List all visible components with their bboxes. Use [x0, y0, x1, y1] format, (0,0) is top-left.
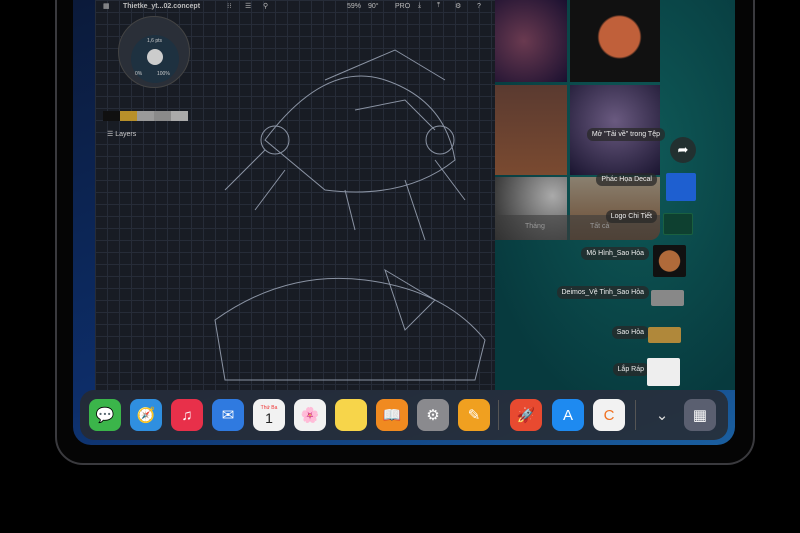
help-icon[interactable]: ?: [477, 3, 481, 10]
brush-size: 1,6 pts: [147, 38, 163, 44]
tool-wheel[interactable]: 1,6 pts 0% 100%: [118, 16, 190, 88]
app-library-icon[interactable]: ▦: [684, 399, 716, 431]
menu-item-logo[interactable]: Logo Chi Tiết: [605, 210, 657, 223]
photo-nebula[interactable]: [495, 0, 567, 82]
thumb-assembly: [647, 358, 680, 386]
dock-divider: [498, 400, 499, 430]
gear-icon[interactable]: ⚙: [455, 2, 461, 10]
dock: 💬 🧭 ♫ ✉ Thứ Ba 1 🌸 📖 ⚙ ✎ 🚀 A C ⌄ ▦: [80, 390, 728, 440]
mail-icon[interactable]: ✉: [212, 399, 244, 431]
thumb-logo: [663, 213, 693, 235]
opacity-min: 0%: [135, 71, 143, 77]
books-icon[interactable]: 📖: [376, 399, 408, 431]
swatch[interactable]: [103, 111, 120, 121]
photos-icon[interactable]: 🌸: [294, 399, 326, 431]
robot-sketch: [214, 49, 486, 381]
angle-value[interactable]: 90°: [368, 3, 379, 10]
pages-icon[interactable]: ✎: [458, 399, 490, 431]
chevron-down-icon[interactable]: ⌄: [646, 399, 678, 431]
tab-months[interactable]: Tháng: [525, 223, 545, 230]
concepts-icon[interactable]: C: [593, 399, 625, 431]
layers-button[interactable]: ☰ Layers: [107, 130, 136, 138]
thumb-mars: [648, 327, 681, 343]
color-preview[interactable]: [147, 49, 163, 65]
swatch[interactable]: [120, 111, 137, 121]
photo-mars[interactable]: [570, 0, 660, 82]
menu-item-assembly[interactable]: Lắp Ráp: [612, 363, 649, 376]
thumb-decal: [666, 173, 696, 201]
layers-icon: ☰: [107, 131, 116, 138]
rocket-app-icon[interactable]: 🚀: [510, 399, 542, 431]
opacity-max: 100%: [157, 71, 170, 77]
concepts-app-window: ▦ Thietke_yt...02.concept ⁝⁝ ☰ ⚲ 59% 90°…: [95, 0, 495, 390]
messages-icon[interactable]: 💬: [89, 399, 121, 431]
dock-divider: [635, 400, 636, 430]
thumb-deimos: [651, 290, 684, 306]
brush-settings[interactable]: 1,6 pts 0% 100%: [131, 35, 179, 83]
zoom-level[interactable]: 59%: [347, 3, 361, 10]
share-icon[interactable]: ⤒: [437, 2, 440, 10]
menu-item-mars[interactable]: Sao Hỏa: [611, 326, 649, 339]
ipad-screen: ▦ Thietke_yt...02.concept ⁝⁝ ☰ ⚲ 59% 90°…: [73, 0, 735, 445]
list-icon[interactable]: ☰: [245, 2, 251, 10]
thumb-mars-model: [653, 245, 686, 277]
grid-icon[interactable]: ⁝⁝: [227, 2, 231, 10]
calendar-date: 1: [265, 410, 273, 426]
music-icon[interactable]: ♫: [171, 399, 203, 431]
concepts-toolbar: ▦ Thietke_yt...02.concept ⁝⁝ ☰ ⚲ 59% 90°…: [95, 0, 495, 12]
shapes-icon[interactable]: ⚲: [263, 2, 268, 10]
photo-mars-surface[interactable]: [495, 85, 567, 175]
file-name[interactable]: Thietke_yt...02.concept: [123, 3, 200, 10]
app-store-icon[interactable]: A: [552, 399, 584, 431]
swatch[interactable]: [171, 111, 188, 121]
pro-button[interactable]: PRO: [395, 3, 410, 10]
color-swatches[interactable]: [103, 111, 188, 121]
safari-icon[interactable]: 🧭: [130, 399, 162, 431]
menu-item-mars-model[interactable]: Mô Hình_Sao Hỏa: [581, 247, 649, 260]
notes-icon[interactable]: [335, 399, 367, 431]
menu-item-decal[interactable]: Phác Họa Decal: [596, 173, 657, 186]
grid-menu-icon[interactable]: ▦: [103, 2, 110, 10]
swatch[interactable]: [137, 111, 154, 121]
menu-item-open-downloads[interactable]: Mở "Tải về" trong Tệp: [586, 128, 665, 141]
menu-item-deimos[interactable]: Deimos_Vệ Tinh_Sao Hỏa: [556, 286, 649, 299]
swatch[interactable]: [154, 111, 171, 121]
layers-label: Layers: [115, 131, 137, 138]
photos-app-window: Tháng Tất cả: [495, 0, 660, 240]
download-icon[interactable]: ⤓: [418, 2, 421, 10]
share-arrow-icon[interactable]: ➦: [670, 137, 696, 163]
settings-icon[interactable]: ⚙: [417, 399, 449, 431]
calendar-icon[interactable]: Thứ Ba 1: [253, 399, 285, 431]
tab-all[interactable]: Tất cả: [590, 223, 609, 230]
